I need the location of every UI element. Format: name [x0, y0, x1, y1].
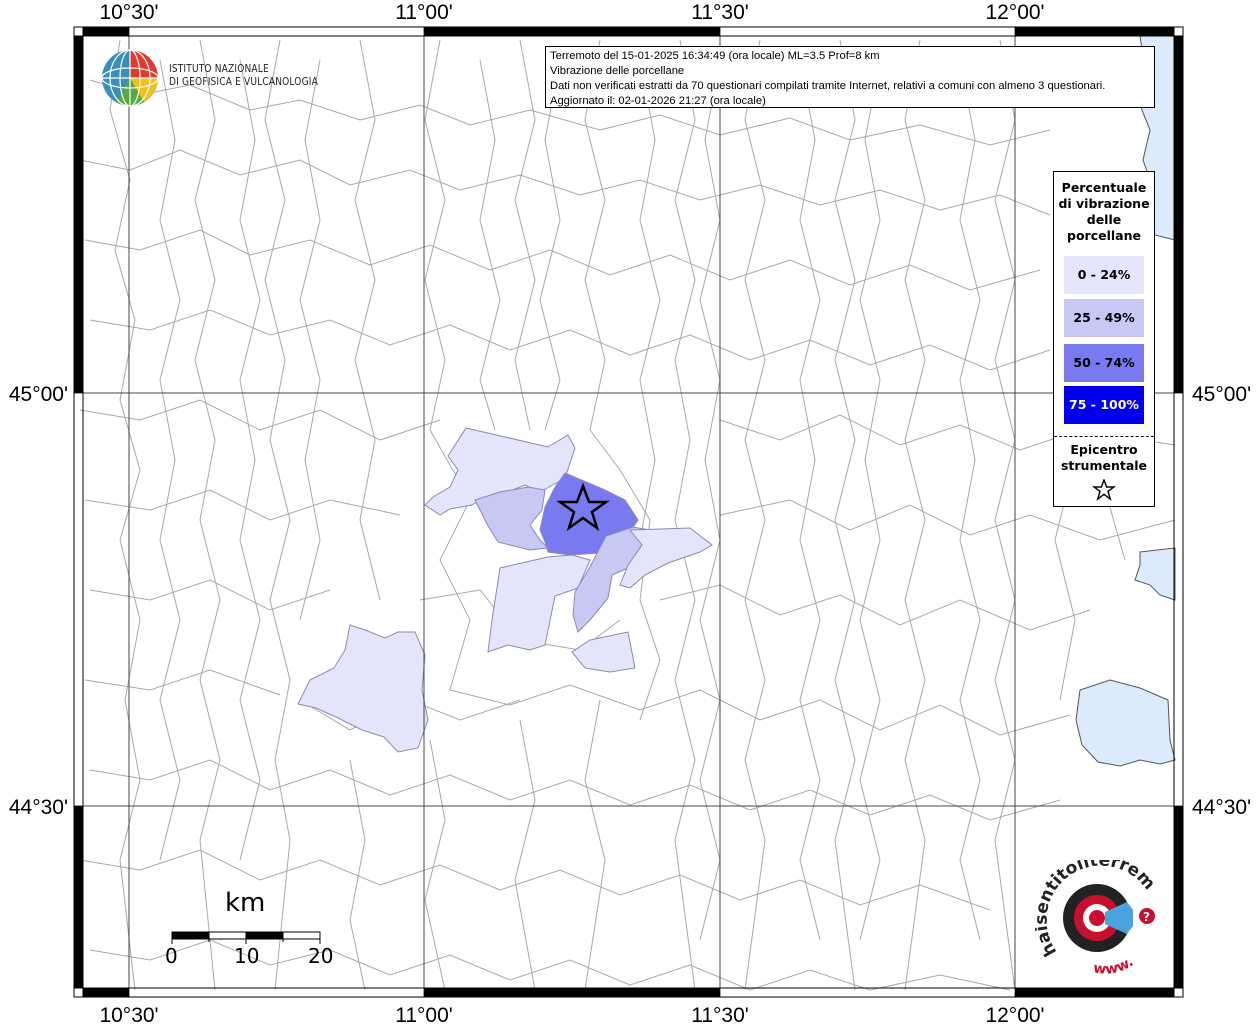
event-info-line-2: Vibrazione delle porcellane [550, 65, 685, 77]
scale-label-10: 10 [234, 944, 260, 968]
legend-epicenter-label: Epicentro strumentale [1054, 442, 1154, 474]
haisentito-logo-www: www. [1092, 954, 1136, 978]
legend-item-25-49: 25 - 49% [1064, 299, 1144, 337]
scale-bar [171, 931, 321, 944]
event-info-line-4: Aggiornato il: 02-01-2026 21:27 (ora loc… [550, 95, 766, 107]
ingv-logo-text: ISTITUTO NAZIONALE DI GEOFISICA E VULCAN… [169, 63, 318, 89]
legend-title-line-1: Percentuale [1061, 180, 1147, 195]
legend-title-line-4: porcellane [1067, 228, 1141, 243]
legend-epicenter-line-2: strumentale [1060, 458, 1148, 473]
legend-item-75-100: 75 - 100% [1064, 386, 1144, 424]
lat-label-left-1: 45°00' [9, 383, 68, 406]
svg-text:www.: www. [1092, 954, 1136, 978]
lat-label-left-2: 44°30' [9, 796, 68, 819]
legend: Percentuale di vibrazione delle porcella… [1053, 171, 1155, 507]
legend-separator [1054, 436, 1154, 437]
event-info-box: Terremoto del 15-01-2025 16:34:49 (ora l… [545, 46, 1155, 108]
lon-label-top-3: 11°30' [691, 1, 749, 24]
lon-label-top-1: 10°30' [99, 1, 158, 24]
legend-item-50-74: 50 - 74% [1064, 344, 1144, 382]
svg-text:?: ? [1143, 910, 1150, 924]
scale-label-20: 20 [308, 944, 334, 968]
haisentito-logo-icon: haisentitoilterremoto.it www. ? [1035, 860, 1159, 978]
event-info-line-1: Terremoto del 15-01-2025 16:34:49 (ora l… [550, 50, 880, 62]
ingv-line-2: DI GEOFISICA E VULCANOLOGIA [169, 76, 318, 88]
lat-label-right-2: 44°30' [1192, 796, 1251, 819]
ingv-globe-icon [101, 49, 159, 107]
lon-label-top-2: 11°00' [395, 1, 453, 24]
legend-item-0-24: 0 - 24% [1064, 256, 1144, 294]
legend-title-line-3: delle [1086, 212, 1122, 227]
legend-star-icon [1092, 479, 1116, 501]
lon-label-bottom-1: 10°30' [99, 1004, 158, 1024]
legend-title: Percentuale di vibrazione delle porcella… [1054, 180, 1154, 244]
lon-label-bottom-4: 12°00' [985, 1004, 1044, 1024]
lon-label-bottom-3: 11°30' [691, 1004, 749, 1024]
ingv-line-1: ISTITUTO NAZIONALE [169, 63, 269, 75]
legend-title-line-2: di vibrazione [1058, 196, 1150, 211]
lat-label-right-1: 45°00' [1192, 383, 1251, 406]
lon-label-bottom-2: 11°00' [395, 1004, 453, 1024]
lon-label-top-4: 12°00' [985, 1, 1044, 24]
event-info-line-3: Dati non verificati estratti da 70 quest… [550, 80, 1106, 92]
scale-label-0: 0 [165, 944, 178, 968]
legend-epicenter-line-1: Epicentro [1070, 442, 1138, 457]
